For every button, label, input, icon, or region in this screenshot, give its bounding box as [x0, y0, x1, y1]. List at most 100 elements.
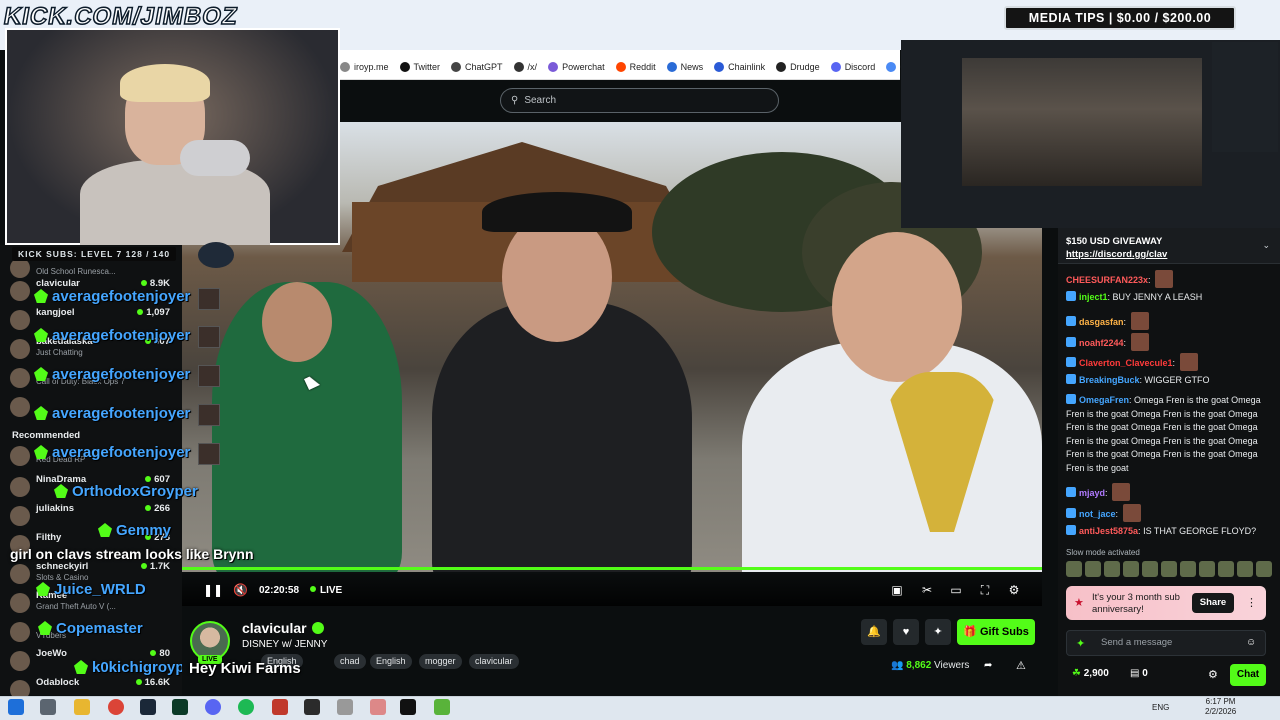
chat-message: antiJest5875a: IS THAT GEORGE FLOYD? [1066, 525, 1276, 539]
chat-username[interactable]: BreakingBuck [1079, 375, 1140, 385]
bookmark-9[interactable]: Discord [830, 62, 875, 72]
recommended-label: Recommended [12, 430, 81, 441]
channel-game: Grand Theft Auto V (... [36, 602, 116, 611]
settings-icon[interactable]: ⚙ [1008, 584, 1020, 596]
channel-name: JoeWo [36, 648, 67, 659]
bookmark-8[interactable]: Drudge [776, 62, 820, 72]
taskview-icon[interactable] [40, 699, 56, 715]
chat-username[interactable]: noahf2244 [1079, 338, 1124, 348]
pinned-giveaway[interactable]: $150 USD GIVEAWAY https://discord.gg/cla… [1058, 228, 1280, 264]
app-icon[interactable] [400, 699, 416, 715]
app-icon[interactable] [370, 699, 386, 715]
tag-2[interactable]: English [370, 654, 412, 669]
theater-icon[interactable]: ▭ [950, 584, 962, 596]
boost-icon[interactable]: ✦ [925, 619, 951, 645]
bookmark-6[interactable]: News [666, 62, 703, 72]
emote[interactable] [1161, 561, 1177, 577]
bookmark-2[interactable]: ChatGPT [451, 62, 503, 72]
report-icon[interactable]: ⚠ [1016, 659, 1026, 672]
bookmark-7[interactable]: Chainlink [714, 62, 765, 72]
tag-3[interactable]: mogger [419, 654, 462, 669]
emote-image [1155, 270, 1174, 288]
tag-4[interactable]: clavicular [469, 654, 519, 669]
emote[interactable] [1104, 561, 1120, 577]
chrome-icon[interactable] [108, 699, 124, 715]
emoji-icon[interactable]: ☺ [1246, 637, 1256, 648]
system-clock[interactable]: 6:17 PM 2/2/2026 [1205, 697, 1236, 717]
bookmark-3[interactable]: /x/ [513, 62, 537, 72]
chat-username[interactable]: Claverton_Clavecule1 [1079, 358, 1173, 368]
follow-heart-icon[interactable]: ♥ [893, 619, 919, 645]
obs-icon[interactable] [304, 699, 320, 715]
badge-icon [34, 367, 48, 381]
mute-icon[interactable]: 🔇 [233, 584, 248, 596]
badge-icon [1066, 291, 1076, 301]
emote[interactable] [1142, 561, 1158, 577]
send-message-input[interactable]: Send a message [1066, 630, 1266, 656]
spotify-icon[interactable] [238, 699, 254, 715]
bookmark-5[interactable]: Reddit [615, 62, 656, 72]
discord-icon[interactable] [205, 699, 221, 715]
app-icon[interactable] [172, 699, 188, 715]
chat-username[interactable]: OmegaFren [1079, 395, 1129, 405]
language-indicator[interactable]: ENG [1152, 703, 1169, 712]
badge-icon [98, 523, 112, 537]
viewers-icon: 👥 [891, 660, 904, 671]
points2-value: 0 [1142, 668, 1148, 679]
avatar [10, 564, 30, 584]
progress-bar[interactable] [182, 567, 1042, 570]
steam-icon[interactable] [140, 699, 156, 715]
emote-image [1179, 353, 1198, 371]
emote[interactable] [1237, 561, 1253, 577]
app-icon[interactable] [272, 699, 288, 715]
emote[interactable] [1180, 561, 1196, 577]
chat-username[interactable]: antiJest5875a [1079, 526, 1138, 536]
overlay-chat-line: averagefootenjoyer [34, 405, 190, 422]
bookmarks-list: iroyp.me Twitter ChatGPT/x/Powerchat Reddit… [340, 56, 929, 78]
more-icon[interactable]: ⋮ [1246, 596, 1257, 609]
chevron-down-icon[interactable]: ⌄ [1262, 240, 1270, 251]
giveaway-link[interactable]: https://discord.gg/clav [1066, 249, 1167, 260]
chat-username[interactable]: dasgasfan [1079, 317, 1124, 327]
pip-icon[interactable]: ▣ [891, 584, 903, 596]
chat-username[interactable]: inject1 [1079, 292, 1108, 302]
streamer-name[interactable]: clavicular [242, 620, 307, 636]
start-icon[interactable] [8, 699, 24, 715]
chat-username[interactable]: not_jace [1079, 509, 1116, 519]
bookmark-1[interactable]: Twitter [399, 62, 440, 72]
share-icon[interactable]: ➦ [984, 660, 992, 671]
chat-username[interactable]: mjayd [1079, 488, 1105, 498]
chat-username[interactable]: CHEESURFAN223x [1066, 275, 1148, 285]
emote[interactable] [1066, 561, 1082, 577]
channel-name: schneckyirl [36, 561, 89, 572]
sparkle-icon: ✦ [1076, 638, 1086, 650]
chat-message: BreakingBuck: WIGGER GTFO [1066, 374, 1276, 388]
channel-points[interactable]: ☘ 2,900 [1072, 668, 1109, 679]
bell-icon[interactable]: 🔔 [861, 619, 887, 645]
chat-settings-icon[interactable]: ⚙ [1208, 668, 1218, 681]
emote[interactable] [1199, 561, 1215, 577]
chat-send-button[interactable]: Chat [1230, 664, 1266, 686]
emote[interactable] [1085, 561, 1101, 577]
bookmark-icon [776, 62, 787, 72]
clip-icon[interactable]: ✂ [921, 584, 933, 596]
secondary-points[interactable]: ▤ 0 [1130, 668, 1148, 679]
emote[interactable] [1123, 561, 1139, 577]
share-button[interactable]: Share [1192, 593, 1234, 613]
minecraft-icon[interactable] [434, 699, 450, 715]
app-icon[interactable] [337, 699, 353, 715]
search-input[interactable]: ⚲ Search [500, 88, 779, 113]
badge-icon [54, 484, 68, 498]
bookmark-4[interactable]: Powerchat [548, 62, 605, 72]
bookmark-icon [340, 62, 350, 72]
pause-icon[interactable]: ❚❚ [203, 584, 223, 596]
chat-message: mjayd: [1066, 483, 1276, 501]
clock-date: 2/2/2026 [1205, 707, 1237, 716]
fullscreen-icon[interactable]: ⛶ [979, 584, 991, 596]
tag-1[interactable]: chad [334, 654, 366, 669]
gift-subs-button[interactable]: 🎁 Gift Subs [957, 619, 1035, 645]
emote[interactable] [1218, 561, 1234, 577]
emote[interactable] [1256, 561, 1272, 577]
explorer-icon[interactable] [74, 699, 90, 715]
bookmark-0[interactable]: iroyp.me [340, 62, 389, 72]
